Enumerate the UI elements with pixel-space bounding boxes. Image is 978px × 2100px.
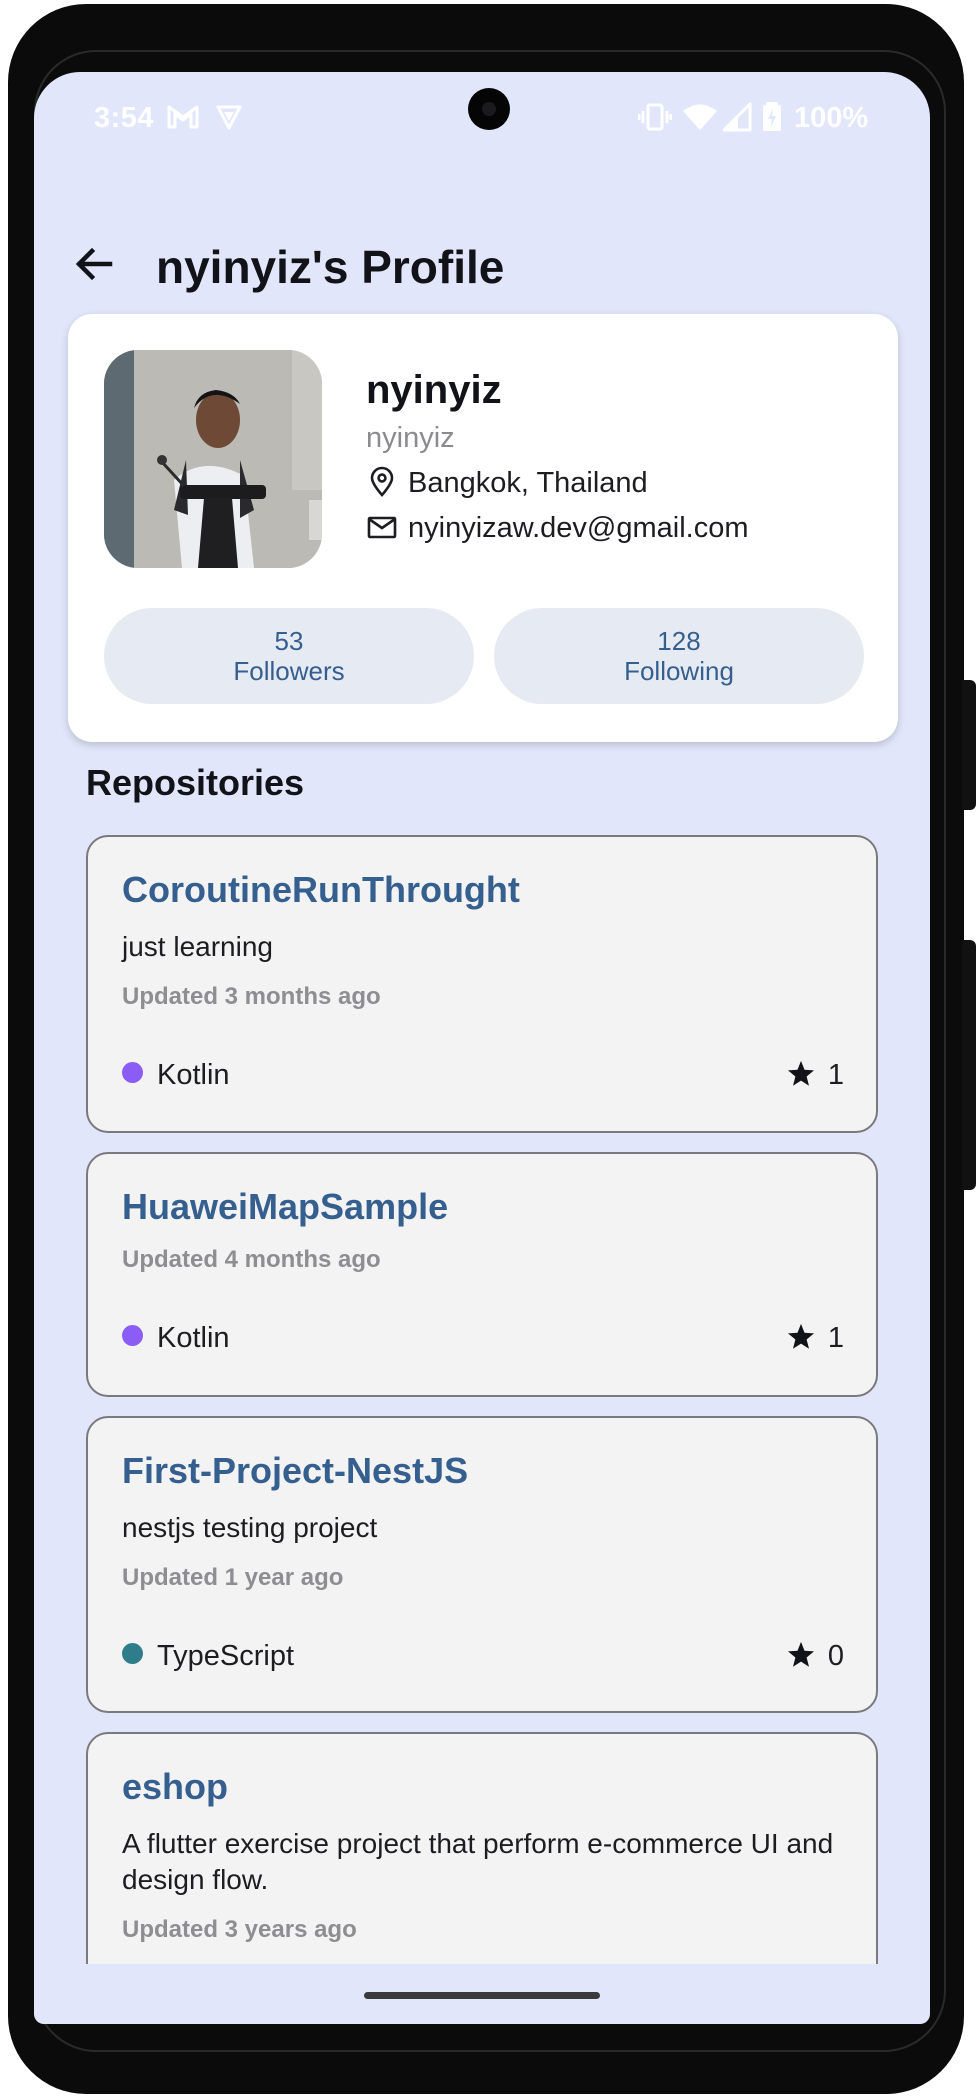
followers-button[interactable]: 53 Followers	[104, 608, 474, 704]
email-text[interactable]: nyinyizaw.dev@gmail.com	[408, 512, 749, 544]
repo-language: TypeScript	[122, 1640, 294, 1673]
front-camera	[468, 88, 510, 130]
repo-card[interactable]: HuaweiMapSample Updated 4 months ago Kot…	[86, 1152, 878, 1397]
repo-card[interactable]: CoroutineRunThrought just learning Updat…	[86, 835, 878, 1133]
repo-language: Kotlin	[122, 1059, 230, 1092]
repo-language: Kotlin	[122, 1322, 230, 1355]
language-label: Kotlin	[157, 1322, 230, 1354]
profile-email: nyinyizaw.dev@gmail.com	[366, 511, 749, 545]
repo-name: CoroutineRunThrought	[122, 869, 520, 910]
location-pin-icon	[366, 466, 398, 498]
repo-stars: 1	[786, 1322, 844, 1355]
repo-card[interactable]: eshop A flutter exercise project that pe…	[86, 1732, 878, 1964]
profile-name: nyinyiz	[366, 368, 502, 412]
repo-description: just learning	[122, 931, 273, 962]
repo-card[interactable]: First-Project-NestJS nestjs testing proj…	[86, 1416, 878, 1713]
status-time: 3:54	[94, 102, 155, 134]
power-button	[962, 680, 976, 810]
vibrate-icon	[637, 102, 673, 137]
repo-description: nestjs testing project	[122, 1512, 378, 1543]
location-text: Bangkok, Thailand	[408, 467, 648, 499]
followers-count: 53	[274, 626, 304, 656]
star-count: 1	[827, 1322, 844, 1354]
profile-card: nyinyiz nyinyiz Bangkok, Thailand nyinyi…	[68, 314, 898, 742]
gmail-icon	[166, 102, 200, 137]
repo-name: eshop	[122, 1766, 229, 1807]
language-label: TypeScript	[157, 1640, 294, 1672]
wifi-icon	[682, 102, 718, 137]
repo-updated: Updated 1 year ago	[122, 1564, 344, 1591]
app-screen: 3:54 100% nyinyiz's Profile nyinyiz nyin…	[34, 72, 930, 2024]
repo-name: HuaweiMapSample	[122, 1186, 449, 1227]
repo-stars: 0	[786, 1640, 844, 1673]
star-icon	[787, 1060, 814, 1086]
signal-icon	[722, 102, 752, 137]
avatar	[104, 350, 322, 568]
volume-button	[962, 940, 976, 1190]
following-button[interactable]: 128 Following	[494, 608, 864, 704]
language-color-dot	[122, 1643, 143, 1664]
profile-username: nyinyiz	[366, 422, 455, 454]
gesture-nav-handle[interactable]	[364, 1992, 600, 1999]
mail-icon	[366, 511, 398, 543]
repo-updated: Updated 3 years ago	[122, 1916, 357, 1943]
shield-icon	[214, 102, 244, 137]
arrow-back-icon[interactable]	[70, 240, 118, 288]
language-color-dot	[122, 1062, 143, 1083]
profile-location: Bangkok, Thailand	[366, 466, 648, 500]
star-icon	[787, 1641, 814, 1667]
repo-updated: Updated 3 months ago	[122, 983, 381, 1010]
page-title: nyinyiz's Profile	[156, 241, 505, 293]
followers-label: Followers	[233, 656, 345, 686]
language-label: Kotlin	[157, 1059, 230, 1091]
top-app-bar: nyinyiz's Profile	[34, 212, 930, 312]
battery-icon	[762, 102, 782, 137]
battery-percentage: 100%	[794, 102, 869, 134]
star-count: 0	[827, 1640, 844, 1672]
star-icon	[787, 1323, 814, 1349]
language-color-dot	[122, 1325, 143, 1346]
repo-stars: 1	[786, 1059, 844, 1092]
repositories-heading: Repositories	[86, 762, 305, 803]
repo-updated: Updated 4 months ago	[122, 1246, 381, 1273]
following-count: 128	[657, 626, 701, 656]
scroll-area[interactable]: 3:54 100% nyinyiz's Profile nyinyiz nyin…	[34, 72, 930, 1964]
repo-name: First-Project-NestJS	[122, 1450, 469, 1491]
repo-description: A flutter exercise project that perform …	[122, 1828, 834, 1895]
following-label: Following	[624, 656, 734, 686]
star-count: 1	[827, 1059, 844, 1091]
